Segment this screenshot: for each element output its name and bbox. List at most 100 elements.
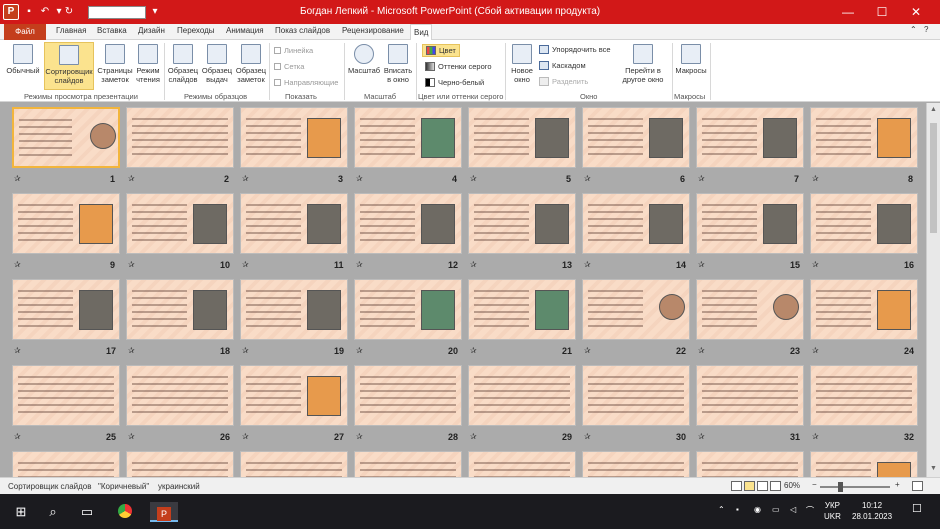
slide-thumbnail[interactable] [126,279,234,340]
zoom-level[interactable]: 60% [784,481,800,490]
transition-star-icon[interactable]: ✰ [698,260,705,269]
slide-thumbnail[interactable] [810,193,918,254]
fit-slide-icon[interactable] [912,481,923,491]
slide-thumbnail[interactable] [354,279,462,340]
macros-button[interactable]: Макросы [674,44,708,75]
save-icon[interactable]: ▪ [22,5,36,19]
tab-design[interactable]: Дизайн [138,26,165,35]
clock[interactable]: 10:12 28.01.2023 [852,500,892,522]
transition-star-icon[interactable]: ✰ [356,260,363,269]
minimize-button[interactable]: — [838,3,858,21]
transition-star-icon[interactable]: ✰ [242,432,249,441]
slide-thumbnail[interactable] [12,279,120,340]
fit-to-window-button[interactable]: Вписать в окно [382,44,414,84]
transition-star-icon[interactable]: ✰ [698,346,705,355]
undo-icon[interactable]: ↶ [38,5,52,19]
slide-thumbnail[interactable] [468,107,576,168]
slide-thumbnail[interactable] [12,451,120,477]
slide-thumbnail[interactable] [126,451,234,477]
slide-sorter-button[interactable]: Сортировщик слайдов [44,42,94,90]
slide-thumbnail[interactable] [468,193,576,254]
battery-icon[interactable]: ▭ [772,505,780,514]
slide-thumbnail[interactable] [468,279,576,340]
slide-thumbnail[interactable] [810,451,918,477]
help-icon[interactable]: ? [924,25,928,34]
slide-thumbnail[interactable] [468,451,576,477]
slide-thumbnail[interactable] [582,365,690,426]
search-icon[interactable]: ⌕ [42,502,64,522]
scroll-down-icon[interactable]: ▼ [930,465,937,472]
transition-star-icon[interactable]: ✰ [812,174,819,183]
reading-view-status-icon[interactable] [757,481,768,491]
slide-thumbnail[interactable] [582,107,690,168]
arrange-all-button[interactable]: Упорядочить все [539,45,611,54]
slide-thumbnail[interactable] [810,279,918,340]
slide-thumbnail[interactable] [240,193,348,254]
gridlines-checkbox[interactable]: Сетка [274,62,304,71]
grayscale-button[interactable]: Оттенки серого [425,62,492,71]
transition-star-icon[interactable]: ✰ [812,346,819,355]
transition-star-icon[interactable]: ✰ [584,174,591,183]
slide-thumbnail[interactable] [240,107,348,168]
ribbon-minimize-icon[interactable]: ⌃ [910,25,917,34]
black-white-button[interactable]: Черно-белый [425,78,484,87]
transition-star-icon[interactable]: ✰ [698,174,705,183]
transition-star-icon[interactable]: ✰ [242,174,249,183]
windows-start-icon[interactable]: ⊞ [10,502,32,522]
tab-slideshow[interactable]: Показ слайдов [275,26,330,35]
transition-star-icon[interactable]: ✰ [584,260,591,269]
slide-master-button[interactable]: Образец слайдов [166,44,200,84]
slide-thumbnail[interactable] [696,107,804,168]
split-button[interactable]: Разделить [539,77,588,86]
transition-star-icon[interactable]: ✰ [356,432,363,441]
slide-thumbnail[interactable] [696,451,804,477]
transition-star-icon[interactable]: ✰ [128,346,135,355]
normal-view-button[interactable]: Обычный [4,44,42,75]
handout-master-button[interactable]: Образец выдач [200,44,234,84]
vertical-scrollbar[interactable]: ▲ ▼ [926,103,940,477]
slide-thumbnail[interactable] [354,365,462,426]
input-language[interactable]: УКР UKR [824,500,841,522]
scrollbar-thumb[interactable] [930,123,937,233]
transition-star-icon[interactable]: ✰ [470,346,477,355]
transition-star-icon[interactable]: ✰ [812,260,819,269]
tray-security-icon[interactable]: ◉ [754,505,761,514]
slide-thumbnail[interactable] [126,107,234,168]
slide-thumbnail[interactable] [582,279,690,340]
slide-thumbnail[interactable] [354,107,462,168]
close-button[interactable]: ✕ [906,3,926,21]
tab-view[interactable]: Вид [410,24,433,40]
slide-thumbnail[interactable] [810,365,918,426]
normal-view-status-icon[interactable] [731,481,742,491]
task-view-icon[interactable]: ▭ [76,502,98,522]
status-language[interactable]: украинский [158,482,200,491]
transition-star-icon[interactable]: ✰ [356,174,363,183]
notes-master-button[interactable]: Образец заметок [234,44,268,84]
zoom-in-icon[interactable]: + [895,480,900,489]
ruler-checkbox[interactable]: Линейка [274,46,313,55]
slide-thumbnail[interactable] [126,193,234,254]
zoom-out-icon[interactable]: − [812,480,817,489]
switch-window-button[interactable]: Перейти в другое окно [616,44,670,84]
restore-button[interactable]: ☐ [872,3,892,21]
transition-star-icon[interactable]: ✰ [470,432,477,441]
guides-checkbox[interactable]: Направляющие [274,78,338,87]
transition-star-icon[interactable]: ✰ [242,260,249,269]
transition-star-icon[interactable]: ✰ [128,432,135,441]
slide-thumbnail[interactable] [582,451,690,477]
network-icon[interactable]: ⌒ [806,505,814,516]
slide-thumbnail[interactable] [12,193,120,254]
notes-page-button[interactable]: Страницы заметок [96,44,134,84]
color-button[interactable]: Цвет [422,44,460,57]
tab-file[interactable]: Файл [4,24,46,40]
transition-star-icon[interactable]: ✰ [470,174,477,183]
tab-animation[interactable]: Анимация [226,26,264,35]
slide-thumbnail[interactable] [12,107,120,168]
transition-star-icon[interactable]: ✰ [128,260,135,269]
zoom-slider[interactable] [820,486,890,488]
tab-transitions[interactable]: Переходы [177,26,215,35]
slide-thumbnail[interactable] [354,193,462,254]
transition-star-icon[interactable]: ✰ [356,346,363,355]
transition-star-icon[interactable]: ✰ [698,432,705,441]
slide-thumbnail[interactable] [810,107,918,168]
